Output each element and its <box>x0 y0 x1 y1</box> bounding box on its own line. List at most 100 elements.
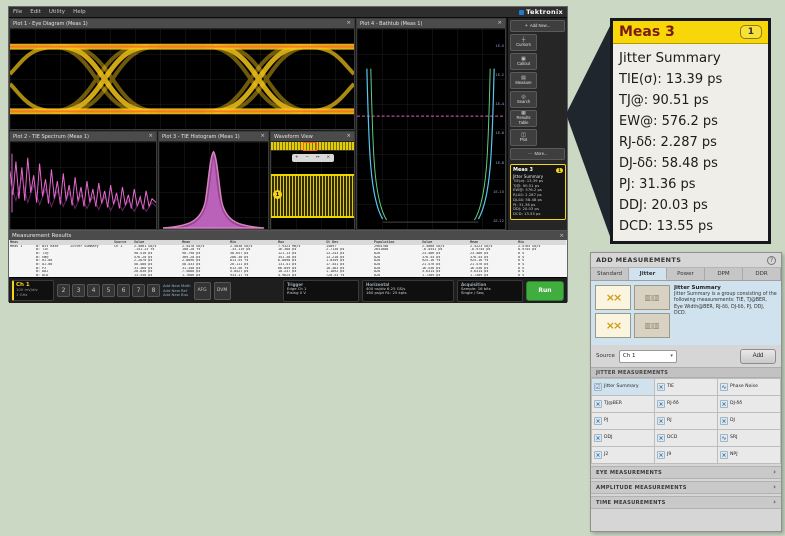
channel-button[interactable]: 8 <box>147 284 160 297</box>
measurement-grid-item[interactable]: × NPJ <box>718 447 780 463</box>
measurement-grid-item[interactable]: × PJ <box>592 413 654 429</box>
sidebar-button[interactable]: + Add New... <box>510 20 565 32</box>
trigger-badge[interactable]: Trigger Edge Ch 1 Rising 0 V <box>283 280 359 302</box>
run-stop-button[interactable]: Run <box>526 281 564 301</box>
collapsed-section-bar[interactable]: TIME MEASUREMENTS › <box>591 496 781 509</box>
channel-button[interactable]: 7 <box>132 284 145 297</box>
results-titlebar[interactable]: Measurement Results × <box>9 231 567 240</box>
tie-histogram-panel: Plot 3 - TIE Histogram (Meas 1) × <box>158 131 269 230</box>
measurement-label: Jitter Summary <box>604 384 639 389</box>
menu-item[interactable]: Edit <box>30 9 41 15</box>
sidebar-button[interactable]: ◫ Plot <box>510 129 537 146</box>
measurement-grid-item[interactable]: × RJ-δδ <box>655 396 717 412</box>
close-icon[interactable]: × <box>497 21 502 27</box>
eye-diagram-plot[interactable] <box>10 29 354 129</box>
tie-histogram-plot[interactable] <box>159 142 268 229</box>
channel-button[interactable]: 3 <box>72 284 85 297</box>
measurement-grid-item[interactable]: × TJ@BER <box>592 396 654 412</box>
close-icon[interactable]: × <box>326 156 330 161</box>
description-title: Jitter Summary <box>674 285 777 291</box>
measurement-tab[interactable]: DPM <box>705 268 743 280</box>
measurement-grid-item[interactable]: ∿ Phase Noise <box>718 379 780 395</box>
acquisition-seq: Single / Seq <box>461 291 519 296</box>
close-icon[interactable]: × <box>346 134 351 140</box>
measurement-tab[interactable]: Power <box>667 268 705 280</box>
measurement-grid-item[interactable]: × TIE <box>655 379 717 395</box>
sidebar-button[interactable]: ▣ Callout <box>510 53 537 70</box>
measurement-grid-item[interactable]: × J2 <box>592 447 654 463</box>
afg-button[interactable]: AFG <box>194 282 211 300</box>
channel-button[interactable]: 6 <box>117 284 130 297</box>
overview-zoom-marker[interactable] <box>303 142 317 151</box>
waveform-overview-strip[interactable] <box>271 142 354 151</box>
measurement-grid-item[interactable]: × DJ <box>718 413 780 429</box>
jitter-measurements-section-header[interactable]: JITTER MEASUREMENTS <box>591 367 781 378</box>
add-button[interactable]: Add <box>740 349 776 364</box>
measurement-tab[interactable]: DDR <box>743 268 781 280</box>
close-icon[interactable]: × <box>260 134 265 140</box>
sidebar-button[interactable]: ⋯ More... <box>510 148 565 160</box>
sidebar-button[interactable]: ┼ Cursors <box>510 34 537 51</box>
zoom-out-icon[interactable]: − <box>305 156 309 161</box>
channel-button[interactable]: 5 <box>102 284 115 297</box>
measurement-grid-item[interactable]: ☑ Jitter Summary <box>592 379 654 395</box>
measurement-grid-item[interactable]: × DJ-δδ <box>718 396 780 412</box>
waveform-plot[interactable]: + − ↔ × 1 <box>271 142 354 229</box>
menu-item[interactable]: Utility <box>49 9 65 15</box>
tie-spectrum-panel: Plot 2 - TIE Spectrum (Meas 1) × <box>9 131 157 230</box>
eye-panel-titlebar[interactable]: Plot 1 - Eye Diagram (Meas 1) × <box>10 19 354 29</box>
waveform-panel-titlebar[interactable]: Waveform View × <box>271 132 354 142</box>
channel-1-badge[interactable]: Ch 1 100 mV/div 1 GHz <box>12 280 54 301</box>
channel-button[interactable]: 4 <box>87 284 100 297</box>
sidebar-button-label: Add New... <box>530 24 550 29</box>
plot-thumbnail[interactable]: ▥▥ <box>634 285 670 310</box>
measurement-grid-item[interactable]: × RJ <box>655 413 717 429</box>
menu-item[interactable]: File <box>13 9 22 15</box>
measurement-grid-item[interactable]: × DDJ <box>592 430 654 446</box>
sidebar-button-label: Cursors <box>516 43 531 48</box>
eye-panel-title: Plot 1 - Eye Diagram (Meas 1) <box>13 21 88 27</box>
dvm-button[interactable]: DVM <box>214 282 231 300</box>
help-icon[interactable]: ? <box>767 256 776 265</box>
pan-icon[interactable]: ↔ <box>316 156 320 161</box>
close-icon[interactable]: × <box>148 134 153 140</box>
trigger-level: Rising 0 V <box>287 291 355 296</box>
spectrum-panel-titlebar[interactable]: Plot 2 - TIE Spectrum (Meas 1) × <box>10 132 156 142</box>
channel-1-marker-badge[interactable]: 1 <box>273 190 282 199</box>
bathtub-panel-titlebar[interactable]: Plot 4 - Bathtub (Meas 1) × <box>357 19 505 29</box>
source-dropdown[interactable]: Ch 1 ▾ <box>619 350 677 363</box>
plot-glyph: ▥▥ <box>644 294 659 302</box>
measurement-grid-item[interactable]: × DCD <box>655 430 717 446</box>
collapsed-section-bar[interactable]: AMPLITUDE MEASUREMENTS › <box>591 481 781 494</box>
meas3-callout-count-badge: 1 <box>740 25 762 39</box>
sidebar-button-icon: + <box>525 24 528 29</box>
channel-button[interactable]: 2 <box>57 284 70 297</box>
measurement-description: Jitter Summary Jitter Summary is a group… <box>674 285 777 341</box>
sidebar-button[interactable]: ▤ Measure <box>510 72 537 89</box>
eye-mask-thumbnail[interactable]: ×× <box>595 313 631 338</box>
eye-mask-thumbnail[interactable]: ×× <box>595 285 631 310</box>
measurement-label: DJ <box>730 418 735 423</box>
measurement-grid-item[interactable]: ∿ SRJ <box>718 430 780 446</box>
measurement-label: J9 <box>667 452 671 457</box>
collapsed-section-bar[interactable]: EYE MEASUREMENTS › <box>591 466 781 479</box>
add-new-item[interactable]: Add New Bus <box>163 293 191 297</box>
close-icon[interactable]: × <box>346 21 351 27</box>
tektronix-logo-icon <box>519 10 524 15</box>
sidebar-button[interactable]: ▦ Results Table <box>510 110 537 127</box>
horizontal-badge[interactable]: Horizontal 400 ns/div 6.25 GS/s 160 ps/p… <box>362 280 454 302</box>
measurement-tab[interactable]: Standard <box>591 268 629 280</box>
bathtub-plot[interactable]: 1E-01E-21E-41E-61E-81E-101E-12 <box>357 29 505 229</box>
waveform-zoom-toolbar[interactable]: + − ↔ × <box>292 154 334 162</box>
measurement-grid-item[interactable]: × J9 <box>655 447 717 463</box>
eye-mask-glyph: ×× <box>606 292 620 303</box>
tie-spectrum-plot[interactable] <box>10 142 156 229</box>
results-table[interactable]: MeasSourceValueMeanMinMaxSt DevPopulatio… <box>10 240 566 277</box>
histogram-panel-titlebar[interactable]: Plot 3 - TIE Histogram (Meas 1) × <box>159 132 268 142</box>
acquisition-badge[interactable]: Acquisition Sample: 16 bits Single / Seq <box>457 280 523 302</box>
menu-item[interactable]: Help <box>73 9 86 15</box>
measurement-tab[interactable]: Jitter <box>629 268 667 280</box>
zoom-in-icon[interactable]: + <box>295 156 299 161</box>
sidebar-button[interactable]: ◎ Search <box>510 91 537 108</box>
plot-thumbnail[interactable]: ▥▥ <box>634 313 670 338</box>
